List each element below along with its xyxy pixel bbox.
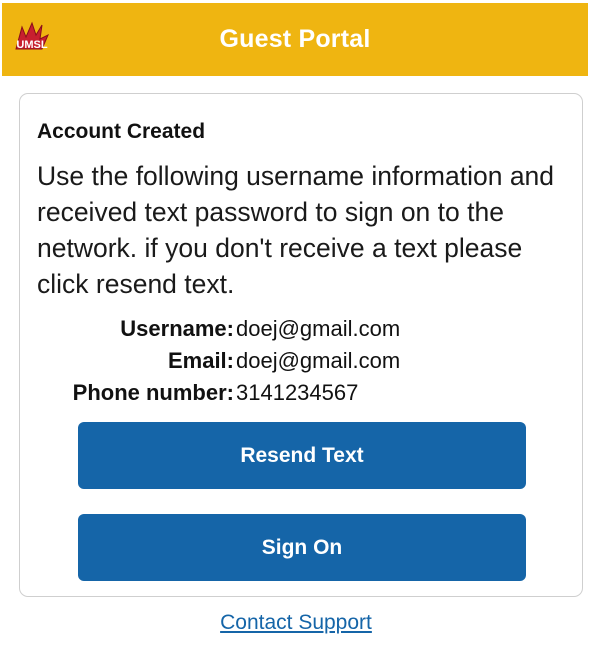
contact-support-link[interactable]: Contact Support bbox=[0, 611, 592, 635]
phone-row: Phone number: 3141234567 bbox=[20, 380, 580, 410]
svg-text:UMSL: UMSL bbox=[16, 39, 47, 51]
phone-label: Phone number: bbox=[72, 380, 234, 405]
portal-header: UMSL Guest Portal bbox=[2, 3, 588, 76]
page-title: Guest Portal bbox=[219, 25, 371, 53]
email-row: Email: doej@gmail.com bbox=[20, 348, 580, 378]
account-created-card: Account Created Use the following userna… bbox=[19, 93, 583, 597]
resend-text-button[interactable]: Resend Text bbox=[78, 422, 526, 489]
email-label: Email: bbox=[167, 348, 234, 373]
card-title: Account Created bbox=[37, 120, 206, 143]
umsl-logo-icon: UMSL bbox=[15, 21, 49, 51]
instructions-text: Use the following username information a… bbox=[37, 161, 555, 299]
username-label: Username: bbox=[120, 316, 234, 341]
email-value: doej@gmail.com bbox=[236, 348, 401, 373]
username-row: Username: doej@gmail.com bbox=[20, 316, 580, 346]
username-value: doej@gmail.com bbox=[236, 316, 401, 341]
sign-on-button[interactable]: Sign On bbox=[78, 514, 526, 581]
phone-value: 3141234567 bbox=[236, 380, 359, 405]
